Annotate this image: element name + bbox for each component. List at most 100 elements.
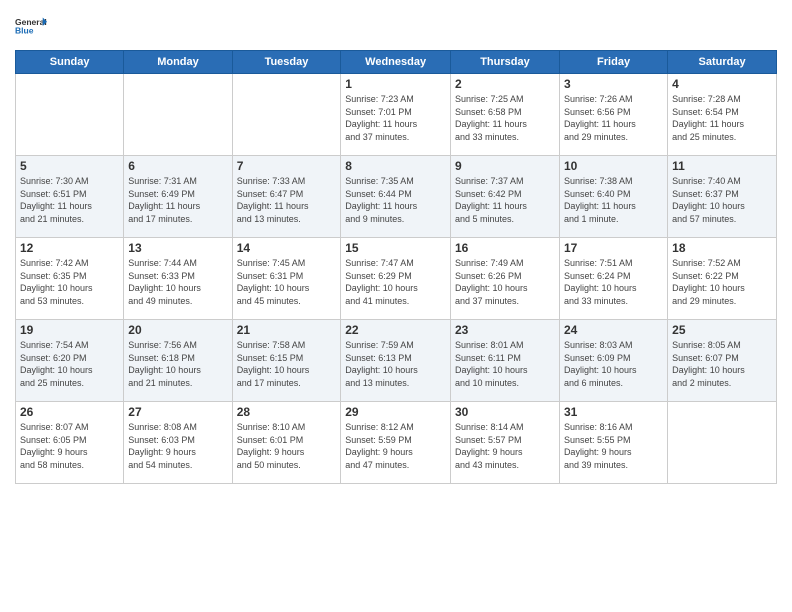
calendar-cell: 3 Sunrise: 7:26 AM Sunset: 6:56 PM Daylig… (559, 74, 667, 156)
day-info: Sunrise: 7:33 AM Sunset: 6:47 PM Dayligh… (237, 175, 337, 225)
day-info: Sunrise: 8:14 AM Sunset: 5:57 PM Dayligh… (455, 421, 555, 471)
day-info: Sunrise: 7:58 AM Sunset: 6:15 PM Dayligh… (237, 339, 337, 389)
day-number: 26 (20, 405, 119, 419)
calendar-cell: 26 Sunrise: 8:07 AM Sunset: 6:05 PM Dayli… (16, 402, 124, 484)
calendar-body: 1Sunrise: 7:23 AM Sunset: 7:01 PM Daylig… (16, 74, 777, 484)
header: General Blue (15, 10, 777, 42)
page-container: General Blue SundayMondayTuesdayWednesda… (0, 0, 792, 612)
calendar-cell: 23 Sunrise: 8:01 AM Sunset: 6:11 PM Dayli… (450, 320, 559, 402)
day-info: Sunrise: 7:59 AM Sunset: 6:13 PM Dayligh… (345, 339, 446, 389)
calendar-cell: 19Sunrise: 7:54 AM Sunset: 6:20 PM Dayli… (16, 320, 124, 402)
day-number: 2 (455, 77, 555, 91)
day-info: Sunrise: 7:25 AM Sunset: 6:58 PM Dayligh… (455, 93, 555, 143)
calendar-cell: 11 Sunrise: 7:40 AM Sunset: 6:37 PM Dayli… (668, 156, 777, 238)
calendar-cell: 21 Sunrise: 7:58 AM Sunset: 6:15 PM Dayli… (232, 320, 341, 402)
logo-svg: General Blue (15, 10, 47, 42)
day-number: 17 (564, 241, 663, 255)
day-number: 30 (455, 405, 555, 419)
calendar-week-row: 19Sunrise: 7:54 AM Sunset: 6:20 PM Dayli… (16, 320, 777, 402)
weekday-header: Wednesday (341, 51, 451, 74)
calendar-cell (124, 74, 232, 156)
day-number: 8 (345, 159, 446, 173)
day-info: Sunrise: 8:16 AM Sunset: 5:55 PM Dayligh… (564, 421, 663, 471)
calendar-cell: 16 Sunrise: 7:49 AM Sunset: 6:26 PM Dayli… (450, 238, 559, 320)
day-number: 3 (564, 77, 663, 91)
calendar-cell (668, 402, 777, 484)
day-info: Sunrise: 7:26 AM Sunset: 6:56 PM Dayligh… (564, 93, 663, 143)
calendar-table: SundayMondayTuesdayWednesdayThursdayFrid… (15, 50, 777, 484)
day-info: Sunrise: 7:47 AM Sunset: 6:29 PM Dayligh… (345, 257, 446, 307)
day-number: 10 (564, 159, 663, 173)
day-info: Sunrise: 7:45 AM Sunset: 6:31 PM Dayligh… (237, 257, 337, 307)
weekday-header: Monday (124, 51, 232, 74)
day-number: 11 (672, 159, 772, 173)
calendar-cell: 22Sunrise: 7:59 AM Sunset: 6:13 PM Dayli… (341, 320, 451, 402)
calendar-cell: 28Sunrise: 8:10 AM Sunset: 6:01 PM Dayli… (232, 402, 341, 484)
day-info: Sunrise: 8:01 AM Sunset: 6:11 PM Dayligh… (455, 339, 555, 389)
day-number: 13 (128, 241, 227, 255)
day-number: 5 (20, 159, 119, 173)
day-info: Sunrise: 8:10 AM Sunset: 6:01 PM Dayligh… (237, 421, 337, 471)
calendar-cell: 2 Sunrise: 7:25 AM Sunset: 6:58 PM Daylig… (450, 74, 559, 156)
calendar-cell: 10 Sunrise: 7:38 AM Sunset: 6:40 PM Dayli… (559, 156, 667, 238)
day-info: Sunrise: 7:49 AM Sunset: 6:26 PM Dayligh… (455, 257, 555, 307)
calendar-cell: 17 Sunrise: 7:51 AM Sunset: 6:24 PM Dayli… (559, 238, 667, 320)
day-number: 4 (672, 77, 772, 91)
weekday-header: Friday (559, 51, 667, 74)
calendar-week-row: 12 Sunrise: 7:42 AM Sunset: 6:35 PM Dayli… (16, 238, 777, 320)
calendar-cell: 25 Sunrise: 8:05 AM Sunset: 6:07 PM Dayli… (668, 320, 777, 402)
calendar-cell: 8Sunrise: 7:35 AM Sunset: 6:44 PM Daylig… (341, 156, 451, 238)
day-info: Sunrise: 8:03 AM Sunset: 6:09 PM Dayligh… (564, 339, 663, 389)
calendar-cell: 12 Sunrise: 7:42 AM Sunset: 6:35 PM Dayli… (16, 238, 124, 320)
calendar-cell: 18 Sunrise: 7:52 AM Sunset: 6:22 PM Dayli… (668, 238, 777, 320)
calendar-cell: 14Sunrise: 7:45 AM Sunset: 6:31 PM Dayli… (232, 238, 341, 320)
calendar-cell: 13Sunrise: 7:44 AM Sunset: 6:33 PM Dayli… (124, 238, 232, 320)
day-info: Sunrise: 7:37 AM Sunset: 6:42 PM Dayligh… (455, 175, 555, 225)
calendar-cell: 6Sunrise: 7:31 AM Sunset: 6:49 PM Daylig… (124, 156, 232, 238)
day-info: Sunrise: 7:42 AM Sunset: 6:35 PM Dayligh… (20, 257, 119, 307)
calendar-cell: 15 Sunrise: 7:47 AM Sunset: 6:29 PM Dayli… (341, 238, 451, 320)
calendar-cell: 4 Sunrise: 7:28 AM Sunset: 6:54 PM Daylig… (668, 74, 777, 156)
day-number: 21 (237, 323, 337, 337)
day-info: Sunrise: 7:40 AM Sunset: 6:37 PM Dayligh… (672, 175, 772, 225)
calendar-cell: 31 Sunrise: 8:16 AM Sunset: 5:55 PM Dayli… (559, 402, 667, 484)
day-info: Sunrise: 8:07 AM Sunset: 6:05 PM Dayligh… (20, 421, 119, 471)
day-number: 25 (672, 323, 772, 337)
day-number: 24 (564, 323, 663, 337)
day-info: Sunrise: 7:52 AM Sunset: 6:22 PM Dayligh… (672, 257, 772, 307)
calendar-cell: 5Sunrise: 7:30 AM Sunset: 6:51 PM Daylig… (16, 156, 124, 238)
day-number: 12 (20, 241, 119, 255)
calendar-week-row: 1Sunrise: 7:23 AM Sunset: 7:01 PM Daylig… (16, 74, 777, 156)
svg-text:Blue: Blue (15, 25, 34, 35)
day-number: 9 (455, 159, 555, 173)
calendar-cell (16, 74, 124, 156)
day-info: Sunrise: 7:56 AM Sunset: 6:18 PM Dayligh… (128, 339, 227, 389)
day-info: Sunrise: 7:28 AM Sunset: 6:54 PM Dayligh… (672, 93, 772, 143)
calendar-week-row: 26 Sunrise: 8:07 AM Sunset: 6:05 PM Dayli… (16, 402, 777, 484)
day-info: Sunrise: 7:51 AM Sunset: 6:24 PM Dayligh… (564, 257, 663, 307)
weekday-header: Saturday (668, 51, 777, 74)
logo: General Blue (15, 10, 51, 42)
day-number: 19 (20, 323, 119, 337)
day-number: 23 (455, 323, 555, 337)
weekday-header: Thursday (450, 51, 559, 74)
day-info: Sunrise: 7:31 AM Sunset: 6:49 PM Dayligh… (128, 175, 227, 225)
day-info: Sunrise: 8:05 AM Sunset: 6:07 PM Dayligh… (672, 339, 772, 389)
calendar-header-row: SundayMondayTuesdayWednesdayThursdayFrid… (16, 51, 777, 74)
day-number: 31 (564, 405, 663, 419)
weekday-header: Sunday (16, 51, 124, 74)
calendar-cell: 9 Sunrise: 7:37 AM Sunset: 6:42 PM Daylig… (450, 156, 559, 238)
day-number: 29 (345, 405, 446, 419)
calendar-cell: 1Sunrise: 7:23 AM Sunset: 7:01 PM Daylig… (341, 74, 451, 156)
calendar-cell: 30 Sunrise: 8:14 AM Sunset: 5:57 PM Dayli… (450, 402, 559, 484)
weekday-header: Tuesday (232, 51, 341, 74)
day-number: 27 (128, 405, 227, 419)
day-number: 15 (345, 241, 446, 255)
day-number: 18 (672, 241, 772, 255)
calendar-week-row: 5Sunrise: 7:30 AM Sunset: 6:51 PM Daylig… (16, 156, 777, 238)
calendar-cell: 20 Sunrise: 7:56 AM Sunset: 6:18 PM Dayli… (124, 320, 232, 402)
calendar-cell: 24 Sunrise: 8:03 AM Sunset: 6:09 PM Dayli… (559, 320, 667, 402)
day-number: 16 (455, 241, 555, 255)
day-info: Sunrise: 7:38 AM Sunset: 6:40 PM Dayligh… (564, 175, 663, 225)
day-number: 20 (128, 323, 227, 337)
